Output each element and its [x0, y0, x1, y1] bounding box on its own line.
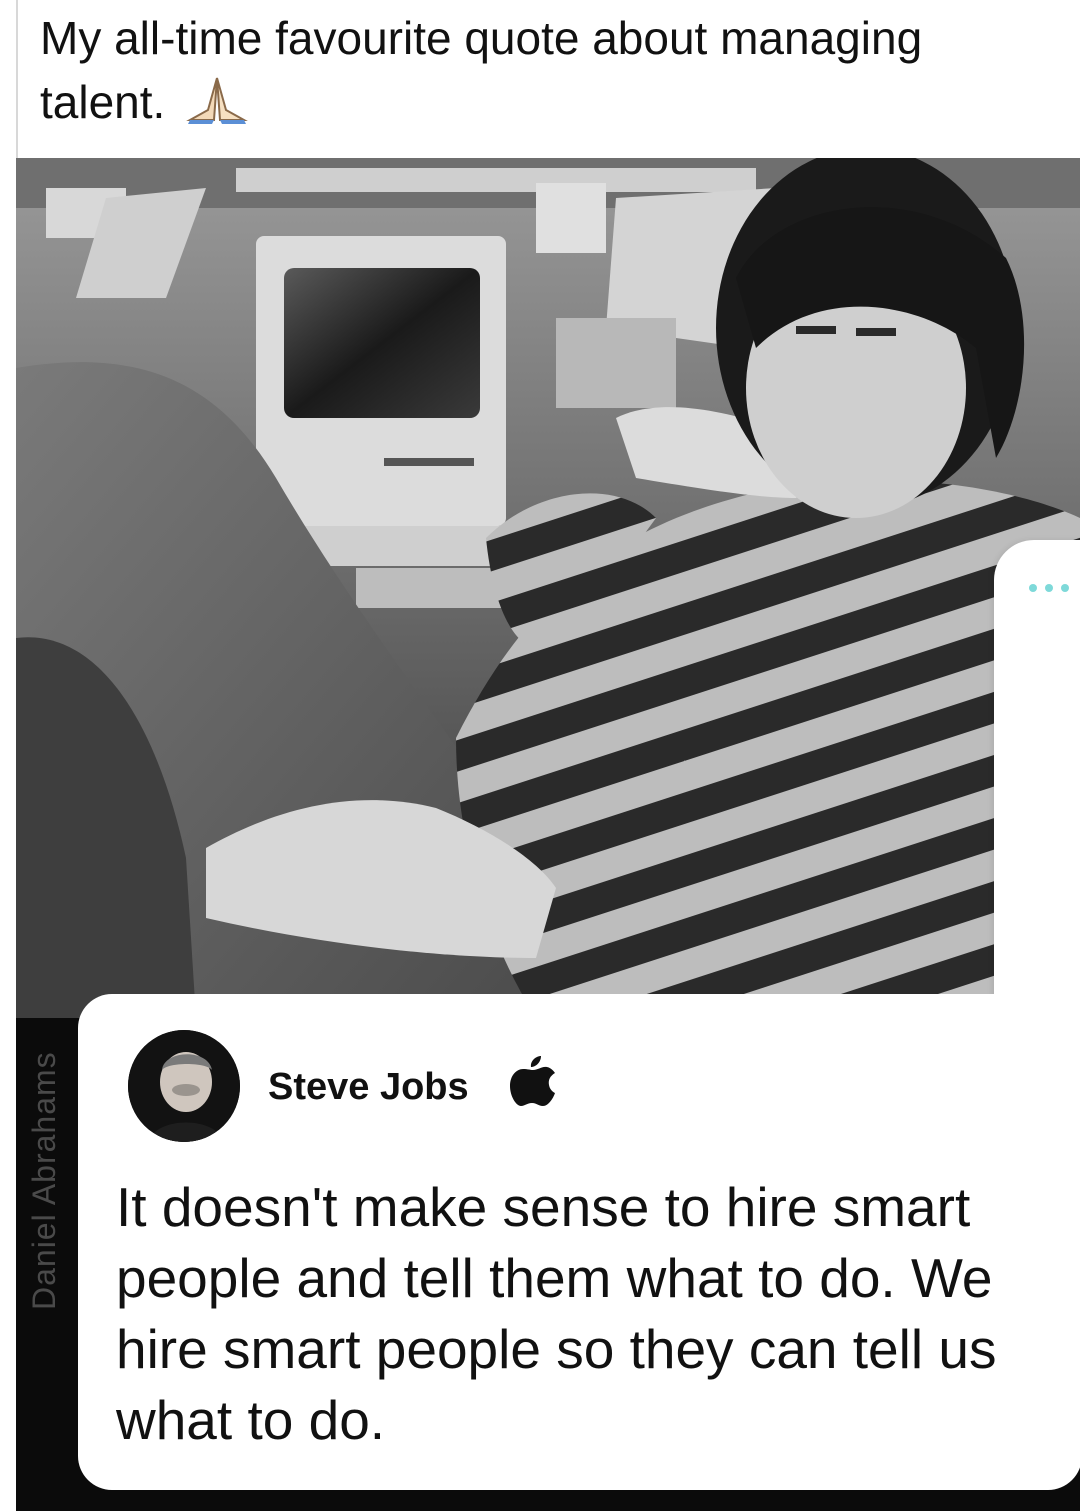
author-name: Steve Jobs: [268, 1066, 469, 1108]
post-caption: My all-time favourite quote about managi…: [40, 6, 1060, 140]
more-dot: [1045, 584, 1053, 592]
quote-text: It doesn't make sense to hire smart peop…: [116, 1176, 997, 1451]
more-dot: [1029, 584, 1037, 592]
quote-card: Steve Jobs It doesn't make sense to hire…: [78, 994, 1080, 1490]
post-caption-text: My all-time favourite quote about managi…: [40, 12, 923, 128]
more-dots-icon[interactable]: [1014, 574, 1080, 602]
more-dot: [1061, 584, 1069, 592]
photo-watermark: Daniel Abrahams: [26, 1051, 62, 1310]
avatar: [128, 1030, 240, 1142]
praying-hands-icon: [186, 76, 248, 140]
apple-logo-icon: [510, 1052, 556, 1111]
left-divider: [16, 0, 18, 160]
